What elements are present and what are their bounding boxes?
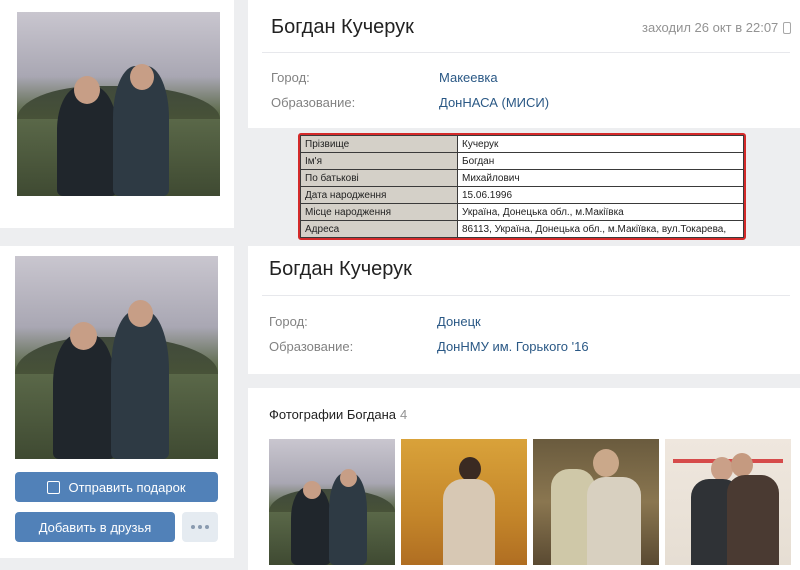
- id-record-value: Україна, Донецька обл., м.Макіївка: [457, 203, 744, 221]
- profile1-name: Богдан Кучерук: [271, 16, 414, 38]
- more-dots-icon[interactable]: [182, 512, 218, 542]
- id-record-row: Місце народження Україна, Донецька обл., …: [300, 203, 744, 221]
- id-record-key: Місце народження: [300, 203, 458, 221]
- id-record-value: Михайлович: [457, 169, 744, 187]
- profile2-name: Богдан Кучерук: [269, 258, 412, 280]
- id-record-key: Дата народження: [300, 186, 458, 204]
- id-record-key: Прізвище: [300, 135, 458, 153]
- id-record-value: Богдан: [457, 152, 744, 170]
- send-gift-label: Отправить подарок: [68, 479, 186, 495]
- id-record-row: Адреса 86113, Україна, Донецька обл., м.М…: [300, 220, 744, 238]
- profile2-avatar[interactable]: [15, 256, 218, 459]
- id-record-row: Прізвище Кучерук: [300, 135, 744, 153]
- id-record-key: По батькові: [300, 169, 458, 187]
- profile1-city-label: Город:: [271, 70, 310, 85]
- photos-header[interactable]: Фотографии Богдана 4: [269, 407, 407, 422]
- id-record-row: Дата народження 15.06.1996: [300, 186, 744, 204]
- add-friend-button[interactable]: Добавить в друзья: [15, 512, 175, 542]
- profile2-education-label: Образование:: [269, 339, 354, 354]
- profile2-city-label: Город:: [269, 314, 308, 329]
- id-record-row: По батькові Михайлович: [300, 169, 744, 187]
- profile2-city-link[interactable]: Донецк: [437, 314, 481, 329]
- profile1-education-label: Образование:: [271, 95, 356, 110]
- id-record-table: Прізвище Кучерук Ім'я Богдан По батькові Миха…: [298, 133, 746, 240]
- photo-thumbnail-4[interactable]: [665, 439, 791, 565]
- add-friend-label: Добавить в друзья: [38, 519, 152, 535]
- profile1-avatar[interactable]: [17, 12, 220, 196]
- profile1-city-link[interactable]: Макеевка: [439, 70, 498, 85]
- mobile-phone-icon: [783, 22, 791, 34]
- photos-count: 4: [400, 407, 408, 422]
- divider: [262, 295, 790, 296]
- photos-title: Фотографии Богдана: [269, 407, 397, 422]
- id-record-value: 15.06.1996: [457, 186, 744, 204]
- profile2-education-link[interactable]: ДонНМУ им. Горького '16: [437, 339, 589, 354]
- photo-thumbnail-2[interactable]: [401, 439, 527, 565]
- id-record-key: Ім'я: [300, 152, 458, 170]
- last-seen-status: заходил 26 окт в 22:07: [642, 20, 779, 35]
- id-record-value: 86113, Україна, Донецька обл., м.Макіївк…: [457, 220, 744, 238]
- photo-thumbnail-1[interactable]: [269, 439, 395, 565]
- id-record-key: Адреса: [300, 220, 458, 238]
- profile1-education-link[interactable]: ДонНАСА (МИСИ): [439, 95, 549, 110]
- photo-thumbnail-3[interactable]: [533, 439, 659, 565]
- id-record-value: Кучерук: [457, 135, 744, 153]
- send-gift-button[interactable]: Отправить подарок: [15, 472, 218, 502]
- divider: [262, 52, 790, 53]
- id-record-row: Ім'я Богдан: [300, 152, 744, 170]
- gift-icon: [47, 480, 61, 494]
